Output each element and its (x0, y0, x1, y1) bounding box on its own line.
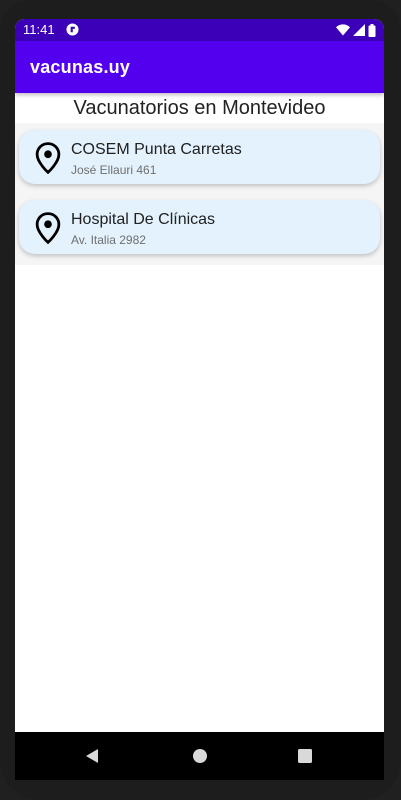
location-pin-icon (35, 212, 61, 244)
page-title: Vacunatorios en Montevideo (73, 97, 326, 119)
center-name: COSEM Punta Carretas (71, 141, 242, 158)
back-icon[interactable] (83, 746, 103, 766)
status-icons (336, 23, 376, 37)
app-bar: vacunas.uy (15, 41, 384, 93)
phone-frame: 11:41 vacunas.uy Vacunatorios en Montevi… (0, 0, 401, 800)
center-name: Hospital De Clínicas (71, 211, 216, 228)
vaccination-center-list: COSEM Punta Carretas José Ellauri 461 Ho… (15, 123, 384, 265)
screen: 11:41 vacunas.uy Vacunatorios en Montevi… (15, 19, 384, 732)
vaccination-center-card[interactable]: Hospital De Clínicas Av. Italia 2982 (19, 200, 380, 254)
vaccination-center-card[interactable]: COSEM Punta Carretas José Ellauri 461 (19, 130, 380, 184)
battery-icon (368, 23, 376, 37)
center-address: Av. Italia 2982 (71, 233, 146, 247)
center-address: José Ellauri 461 (71, 163, 157, 177)
navigation-bar (15, 732, 384, 780)
location-pin-icon (35, 142, 61, 174)
recents-icon[interactable] (295, 746, 315, 766)
status-bar: 11:41 (15, 19, 384, 41)
app-notification-icon (66, 23, 79, 36)
app-title: vacunas.uy (30, 57, 131, 77)
main-content: Vacunatorios en Montevideo COSEM Punta C… (15, 93, 384, 732)
cell-signal-icon (353, 24, 365, 36)
wifi-icon (336, 24, 350, 36)
home-icon[interactable] (190, 746, 210, 766)
status-time: 11:41 (23, 22, 55, 37)
